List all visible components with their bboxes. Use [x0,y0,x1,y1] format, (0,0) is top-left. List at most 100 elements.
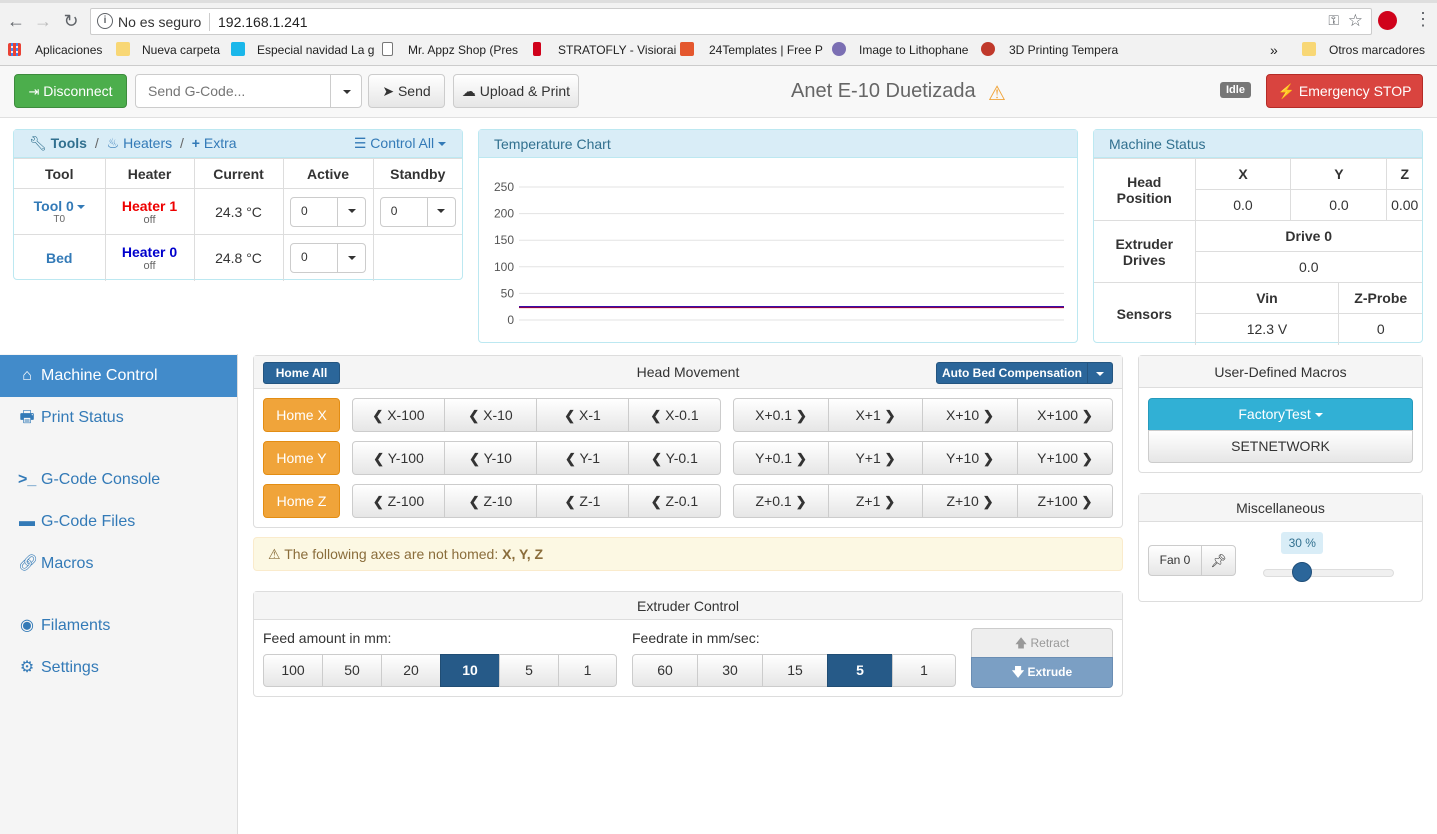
bookmark-3dprinting[interactable]: 3D Printing Tempera [981,40,1118,60]
bookmark-lithophane[interactable]: Image to Lithophane [832,40,968,60]
move-positive-button[interactable]: Z+100 ❯ [1017,484,1113,518]
move-positive-button[interactable]: X+100 ❯ [1017,398,1113,432]
more-bookmarks[interactable]: » [1270,40,1278,60]
heater-cell[interactable]: Heater 1 off [104,188,195,235]
bed-label[interactable]: Bed [14,250,105,266]
move-positive-button[interactable]: X+1 ❯ [828,398,923,432]
move-negative-button[interactable]: ❮ Z-1 [536,484,629,518]
feed-amount-button[interactable]: 20 [381,654,441,687]
auto-bed-dropdown-button[interactable] [1087,362,1113,384]
sidebar-item-print-status[interactable]: 🖶︎ Print Status [0,397,237,439]
fan-slider-handle[interactable] [1292,562,1313,582]
home-all-button[interactable]: Home All [263,362,340,384]
feedrate-button[interactable]: 60 [632,654,698,687]
move-positive-button[interactable]: X+0.1 ❯ [733,398,829,432]
move-positive-button[interactable]: Y+0.1 ❯ [733,441,829,475]
feed-amount-button[interactable]: 5 [499,654,559,687]
chevron-down-icon[interactable] [337,197,365,226]
chevron-down-icon[interactable] [426,197,455,226]
move-negative-button[interactable]: ❮ X-100 [352,398,445,432]
gcode-dropdown-button[interactable] [330,74,362,108]
control-all-dropdown[interactable]: ☰ Control All [354,135,446,152]
move-negative-button[interactable]: ❮ Z-0.1 [628,484,721,518]
feedrate-button[interactable]: 30 [697,654,763,687]
disconnect-button[interactable]: ⇥ Disconnect [14,74,127,108]
tab-heaters[interactable]: Heaters [123,135,172,151]
sidebar-item-machine-control[interactable]: ⌂ Machine Control [0,355,237,397]
feedrate-button[interactable]: 15 [762,654,828,687]
home-z-button[interactable]: Home Z [263,484,340,518]
move-positive-button[interactable]: Z+10 ❯ [922,484,1018,518]
move-negative-button[interactable]: ❮ X-0.1 [628,398,721,432]
send-button[interactable]: ➤ Send [368,74,445,108]
extrude-button[interactable]: 🡇 Extrude [971,657,1113,688]
fan-0-button[interactable]: Fan 0 [1148,545,1202,576]
move-negative-button[interactable]: ❮ X-1 [536,398,629,432]
upload-print-button[interactable]: ☁ Upload & Print [453,74,579,108]
move-negative-button[interactable]: ❮ Z-100 [352,484,445,518]
move-positive-button[interactable]: Z+1 ❯ [828,484,923,518]
tab-extra[interactable]: Extra [204,135,237,151]
macro-factorytest-button[interactable]: FactoryTest [1148,398,1413,431]
feed-amount-button[interactable]: 100 [263,654,323,687]
move-positive-button[interactable]: X+10 ❯ [922,398,1018,432]
heater-name[interactable]: Heater 1 [106,198,194,214]
address-bar[interactable]: i No es seguro 192.168.1.241 ⚿ ☆ [90,8,1372,35]
feed-amount-button[interactable]: 50 [322,654,382,687]
move-negative-button[interactable]: ❮ Y-10 [444,441,537,475]
sidebar-item-macros[interactable]: 🔗︎ Macros [0,543,237,585]
feed-amount-button[interactable]: 10 [440,654,500,687]
star-icon[interactable]: ☆ [1348,11,1363,31]
move-negative-button[interactable]: ❮ X-10 [444,398,537,432]
forward-icon[interactable]: → [31,9,55,33]
extension-icon[interactable] [1378,11,1397,30]
bookmark-page[interactable]: Mr. Appz Shop (Pres [382,40,518,60]
gcode-input[interactable] [135,74,331,108]
feedrate-button[interactable]: 5 [827,654,893,687]
auto-bed-compensation-button[interactable]: Auto Bed Compensation [936,362,1088,384]
move-positive-button[interactable]: Y+100 ❯ [1017,441,1113,475]
home-x-button[interactable]: Home X [263,398,340,432]
url-text[interactable]: 192.168.1.241 [218,14,308,30]
fan-slider-track[interactable] [1263,569,1394,577]
chevron-down-icon[interactable] [337,243,365,272]
move-positive-button[interactable]: Z+0.1 ❯ [733,484,829,518]
reload-icon[interactable]: ↻ [59,9,83,33]
heater-cell[interactable]: Heater 0 off [104,234,195,281]
active-temp-input[interactable]: 0 [290,196,366,227]
bookmark-apps[interactable]: Aplicaciones [8,40,102,60]
feed-amount-button[interactable]: 1 [558,654,617,687]
bookmark-24templates[interactable]: 24Templates | Free P [680,40,823,60]
info-icon[interactable]: i [97,13,113,29]
move-positive-button[interactable]: Y+10 ❯ [922,441,1018,475]
move-negative-button[interactable]: ❮ Z-10 [444,484,537,518]
move-positive-button[interactable]: Y+1 ❯ [828,441,923,475]
feedrate-button[interactable]: 1 [892,654,956,687]
move-negative-button[interactable]: ❮ Y-100 [352,441,445,475]
bookmark-other[interactable]: Otros marcadores [1302,40,1425,60]
bookmark-vimeo[interactable]: Especial navidad La g [231,40,374,60]
move-negative-button[interactable]: ❮ Y-1 [536,441,629,475]
tab-tools[interactable]: Tools [51,135,87,151]
sidebar-item-settings[interactable]: ⚙ Settings [0,647,237,689]
bookmark-folder[interactable]: Nueva carpeta [116,40,220,60]
bookmark-stratofly[interactable]: STRATOFLY - Visiorai [533,40,676,60]
move-negative-button[interactable]: ❮ Y-0.1 [628,441,721,475]
emergency-stop-button[interactable]: ⚡ Emergency STOP [1266,74,1423,108]
printing-icon [981,42,995,56]
warning-icon[interactable]: ⚠ [988,81,1006,106]
active-temp-input[interactable]: 0 [290,242,366,273]
standby-temp-input[interactable]: 0 [379,196,456,227]
home-y-button[interactable]: Home Y [263,441,340,475]
back-icon[interactable]: ← [4,9,28,33]
sidebar-item-gcode-files[interactable]: ▬ G-Code Files [0,501,237,543]
key-icon[interactable]: ⚿ [1328,12,1339,29]
sidebar-item-filaments[interactable]: ◉ Filaments [0,605,237,647]
pin-icon[interactable]: 📌︎ [1201,545,1236,576]
tool-0-dropdown[interactable]: Tool 0 [14,198,105,214]
heater-name[interactable]: Heater 0 [106,244,194,260]
retract-button[interactable]: 🡅 Retract [971,628,1113,658]
sidebar-item-gcode-console[interactable]: >_ G-Code Console [0,459,237,501]
menu-icon[interactable]: ⋮ [1414,9,1432,30]
macro-setnetwork-button[interactable]: SETNETWORK [1148,430,1413,463]
